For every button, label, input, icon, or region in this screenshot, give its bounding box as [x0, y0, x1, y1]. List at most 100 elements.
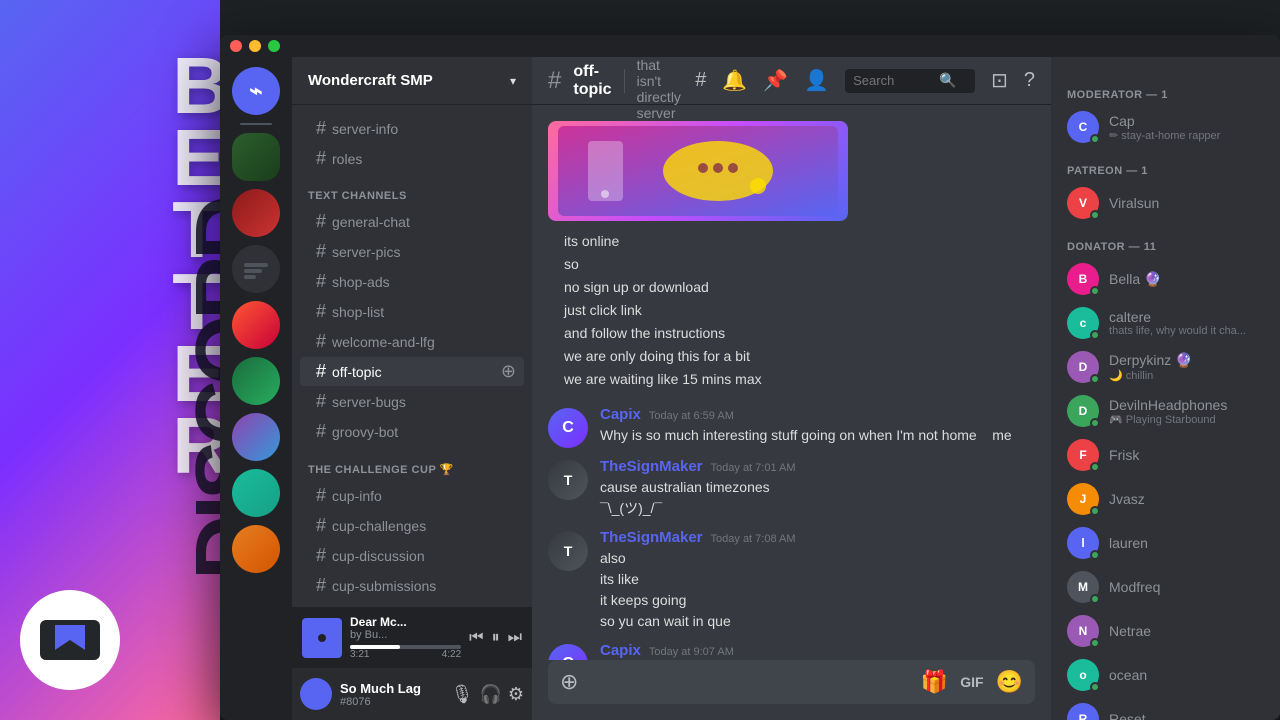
inbox-icon[interactable]: ⊡: [991, 68, 1008, 93]
server-icon-6[interactable]: [232, 413, 280, 461]
hash-icon-btn[interactable]: #: [695, 69, 706, 92]
music-artist: by Bu...: [350, 629, 461, 641]
member-item-derpykinz[interactable]: D Derpykinz 🔮 🌙 chillin: [1059, 345, 1280, 389]
member-item-bella[interactable]: B Bella 🔮: [1059, 257, 1280, 301]
channel-item-shop-list[interactable]: # shop-list: [300, 297, 524, 326]
search-input[interactable]: [853, 73, 933, 88]
hash-icon: #: [316, 241, 326, 262]
add-member-icon: ⊕: [501, 361, 516, 382]
server-icon-2[interactable]: [232, 189, 280, 237]
member-item-ocean[interactable]: o ocean: [1059, 653, 1280, 697]
next-track-button[interactable]: ⏭: [508, 629, 522, 647]
music-title: Dear Mc...: [350, 615, 461, 629]
user-avatar-capix: C: [548, 408, 588, 448]
shared-image: [548, 121, 848, 221]
channel-item-cup-discussion[interactable]: # cup-discussion: [300, 541, 524, 570]
member-name: DevilnHeadphones: [1109, 397, 1275, 413]
member-item-lauren[interactable]: l lauren: [1059, 521, 1280, 565]
gif-icon[interactable]: GIF: [960, 674, 983, 690]
message-input[interactable]: [588, 674, 910, 691]
members-icon[interactable]: 👤: [804, 68, 829, 93]
search-box[interactable]: 🔍: [845, 69, 975, 93]
member-item-reset[interactable]: R Reset: [1059, 697, 1280, 720]
member-item-viralsun[interactable]: V Viralsun: [1059, 181, 1280, 225]
message-group: T TheSignMaker Today at 7:01 AM cause au…: [548, 456, 1035, 521]
channel-item-server-pics[interactable]: # server-pics: [300, 237, 524, 266]
member-item-caltere[interactable]: c caltere thats life, why would it cha..…: [1059, 301, 1280, 345]
online-status-dot: [1090, 286, 1100, 296]
server-icon-7[interactable]: [232, 469, 280, 517]
close-button[interactable]: [230, 40, 242, 52]
member-avatar-reset: R: [1067, 703, 1099, 720]
channel-item-groovy-bot[interactable]: # groovy-bot: [300, 417, 524, 446]
user-avatar-capix: C: [548, 644, 588, 660]
bell-icon[interactable]: 🔔: [722, 68, 747, 93]
message-group: C Capix Today at 6:59 AM Why is so much …: [548, 404, 1035, 450]
discord-home-button[interactable]: ⌁: [232, 67, 280, 115]
channel-item-cup-challenges[interactable]: # cup-challenges: [300, 511, 524, 540]
member-item-devilnheadphones[interactable]: D DevilnHeadphones 🎮 Playing Starbound: [1059, 389, 1280, 433]
minimize-button[interactable]: [249, 40, 261, 52]
channel-item-shop-ads[interactable]: # shop-ads: [300, 267, 524, 296]
server-icon-5[interactable]: [232, 357, 280, 405]
msg-line: we are only doing this for a bit: [564, 346, 1035, 367]
member-item-frisk[interactable]: F Frisk: [1059, 433, 1280, 477]
member-info-frisk: Frisk: [1109, 447, 1275, 463]
channel-item-cup-info[interactable]: # cup-info: [300, 481, 524, 510]
brand-logo: [20, 590, 120, 690]
member-item-netrae[interactable]: N Netrae: [1059, 609, 1280, 653]
message-header: TheSignMaker Today at 7:01 AM: [600, 458, 1035, 475]
member-info-devilnheadphones: DevilnHeadphones 🎮 Playing Starbound: [1109, 397, 1275, 426]
server-sidebar: ⌁: [220, 57, 292, 720]
user-avatar-signmaker: T: [548, 531, 588, 571]
server-icon-3[interactable]: [232, 245, 280, 293]
server-icon-4[interactable]: [232, 301, 280, 349]
hash-icon: #: [316, 118, 326, 139]
channel-item-off-topic[interactable]: # off-topic ⊕: [300, 357, 524, 386]
message-text: so yu can wait in que: [600, 611, 1035, 632]
brand-discord: DISCORD: [177, 200, 220, 580]
member-item-jvasz[interactable]: J Jvasz: [1059, 477, 1280, 521]
hash-icon: #: [316, 421, 326, 442]
hash-icon: #: [316, 361, 326, 382]
channel-item-server-bugs[interactable]: # server-bugs: [300, 387, 524, 416]
headphones-icon[interactable]: 🎧: [479, 684, 501, 705]
gift-icon[interactable]: 🎁: [921, 669, 948, 695]
message-username: Capix: [600, 406, 641, 423]
header-icons: # 🔔 📌 👤 🔍 ⊡ ?: [695, 68, 1035, 93]
server-divider: [240, 123, 272, 125]
hash-icon: #: [316, 331, 326, 352]
channel-item-cup-submissions[interactable]: # cup-submissions: [300, 571, 524, 600]
server-name: Wondercraft SMP: [308, 72, 510, 89]
member-item-modfreq[interactable]: M Modfreq: [1059, 565, 1280, 609]
member-info-ocean: ocean: [1109, 667, 1275, 683]
member-avatar-bella: B: [1067, 263, 1099, 295]
msg-line: so: [564, 254, 1035, 275]
prev-track-button[interactable]: ⏮: [469, 629, 483, 647]
message-group: C Capix Today at 9:07 AM Well I'll be ho…: [548, 640, 1035, 660]
brand-panel: B E T T E R DISCORD: [0, 0, 220, 720]
help-icon[interactable]: ?: [1024, 69, 1035, 92]
microphone-icon[interactable]: 🎙: [451, 684, 474, 705]
channel-item-roles[interactable]: # roles: [300, 144, 524, 173]
channel-item-general-chat[interactable]: # general-chat: [300, 207, 524, 236]
play-pause-button[interactable]: ⏸: [492, 629, 500, 647]
channel-item-server-info[interactable]: # server-info: [300, 114, 524, 143]
server-header[interactable]: Wondercraft SMP ▾: [292, 57, 532, 105]
server-icon-8[interactable]: [232, 525, 280, 573]
member-item-cap[interactable]: C Cap ✏ stay-at-home rapper: [1059, 105, 1280, 149]
maximize-button[interactable]: [268, 40, 280, 52]
add-file-icon[interactable]: ⊕: [560, 669, 578, 695]
server-icon-1[interactable]: [232, 133, 280, 181]
emoji-icon[interactable]: 😊: [996, 669, 1023, 695]
online-status-dot: [1090, 506, 1100, 516]
member-name: ocean: [1109, 667, 1275, 683]
pin-icon[interactable]: 📌: [763, 68, 788, 93]
settings-icon[interactable]: ⚙: [508, 684, 524, 705]
member-name: Jvasz: [1109, 491, 1275, 507]
channel-item-welcome-lfg[interactable]: # welcome-and-lfg: [300, 327, 524, 356]
hash-icon: #: [316, 391, 326, 412]
search-icon[interactable]: 🔍: [939, 72, 956, 89]
member-info-netrae: Netrae: [1109, 623, 1275, 639]
member-avatar-viralsun: V: [1067, 187, 1099, 219]
